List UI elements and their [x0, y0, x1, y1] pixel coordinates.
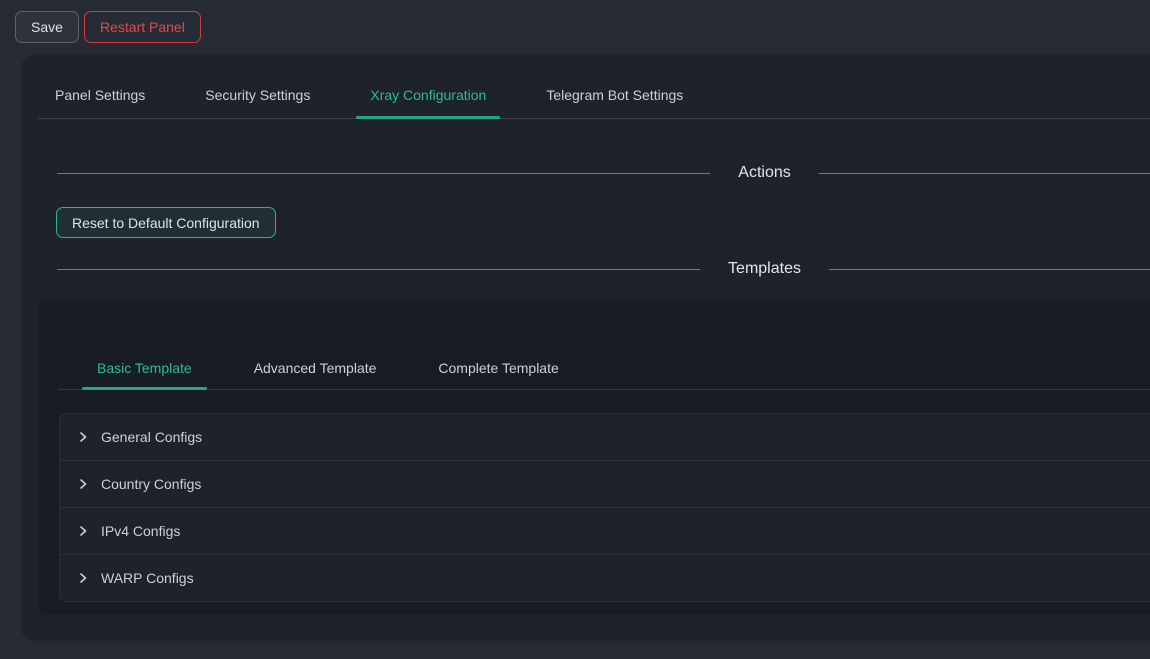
collapse-item-country-configs: Country Configs	[60, 460, 1150, 507]
settings-card: Panel Settings Security Settings Xray Co…	[22, 55, 1150, 640]
templates-card: Basic Template Advanced Template Complet…	[37, 298, 1150, 616]
restart-panel-button[interactable]: Restart Panel	[84, 11, 201, 43]
chevron-right-icon	[77, 431, 89, 443]
save-button[interactable]: Save	[15, 11, 79, 43]
actions-divider-label: Actions	[738, 164, 790, 182]
topbar: Save Restart Panel	[0, 0, 1150, 55]
main-tab-bar: Panel Settings Security Settings Xray Co…	[38, 55, 1150, 119]
chevron-right-icon	[77, 478, 89, 490]
template-tab-list: Basic Template Advanced Template Complet…	[82, 346, 1150, 389]
config-collapse-list: General Configs Country Configs IPv4 Con…	[59, 413, 1150, 602]
country-configs-header[interactable]: Country Configs	[60, 461, 1150, 507]
warp-configs-header[interactable]: WARP Configs	[60, 555, 1150, 601]
tab-telegram-bot-settings[interactable]: Telegram Bot Settings	[532, 71, 697, 118]
tab-xray-configuration[interactable]: Xray Configuration	[356, 71, 500, 118]
chevron-right-icon	[77, 572, 89, 584]
collapse-item-warp-configs: WARP Configs	[60, 554, 1150, 601]
tab-basic-template[interactable]: Basic Template	[82, 346, 207, 389]
reset-default-configuration-button[interactable]: Reset to Default Configuration	[56, 207, 276, 238]
collapse-item-ipv4-configs: IPv4 Configs	[60, 507, 1150, 554]
collapse-item-label: WARP Configs	[101, 570, 194, 586]
templates-divider-label: Templates	[728, 260, 801, 278]
chevron-right-icon	[77, 525, 89, 537]
tab-panel-settings[interactable]: Panel Settings	[41, 71, 159, 118]
collapse-item-label: General Configs	[101, 429, 202, 445]
template-tab-bar: Basic Template Advanced Template Complet…	[58, 299, 1150, 390]
collapse-item-label: IPv4 Configs	[101, 523, 180, 539]
general-configs-header[interactable]: General Configs	[60, 414, 1150, 460]
actions-divider: Actions	[57, 161, 1150, 185]
tab-complete-template[interactable]: Complete Template	[423, 346, 573, 389]
collapse-item-general-configs: General Configs	[60, 414, 1150, 460]
tab-advanced-template[interactable]: Advanced Template	[239, 346, 392, 389]
ipv4-configs-header[interactable]: IPv4 Configs	[60, 508, 1150, 554]
templates-divider: Templates	[57, 257, 1150, 281]
main-tab-list: Panel Settings Security Settings Xray Co…	[38, 71, 1150, 118]
tab-security-settings[interactable]: Security Settings	[191, 71, 324, 118]
collapse-item-label: Country Configs	[101, 476, 201, 492]
